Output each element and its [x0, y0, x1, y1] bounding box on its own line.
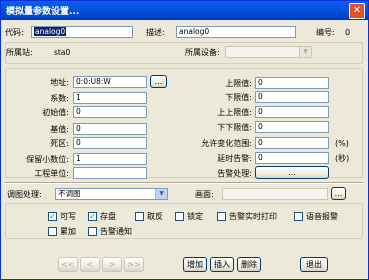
lock-checkbox[interactable]: [175, 212, 184, 221]
screen-label: 画面:: [195, 190, 214, 199]
writable-checkbox-label: 可写: [60, 211, 76, 221]
window-title: 模拟量参数设置...: [6, 7, 80, 17]
curve-value: 不调图: [58, 189, 81, 198]
close-button[interactable]: ✕: [349, 3, 365, 19]
add-button[interactable]: 增加: [183, 257, 207, 272]
insert-button[interactable]: 插入: [210, 257, 234, 272]
init-input[interactable]: 0: [73, 106, 147, 118]
alarm-notify-checkbox-label: 告警通知: [100, 226, 132, 236]
invert-checkbox-label: 取反: [147, 211, 163, 221]
change-range-label: 允许变化范围:: [201, 139, 252, 148]
alarm-print-checkbox-label: 告警实时打印: [229, 211, 277, 221]
coef-input[interactable]: 1: [73, 92, 147, 104]
curve-select[interactable]: 不调图 ▼: [55, 188, 168, 200]
voice-alarm-checkbox-label: 语音报警: [306, 211, 338, 221]
lock-checkbox-label: 锁定: [187, 211, 203, 221]
writable-checkbox[interactable]: ✓: [48, 212, 57, 221]
code-input[interactable]: analog0: [31, 26, 133, 38]
save-checkbox-label: 存盘: [100, 211, 116, 221]
invert-checkbox[interactable]: [135, 212, 144, 221]
device-label: 所属设备:: [185, 48, 220, 57]
next-record-button[interactable]: >: [102, 257, 122, 272]
alarm-notify-checkbox[interactable]: [88, 227, 97, 236]
upper-upper-limit-label: 上上限值:: [217, 108, 252, 117]
delay-alarm-label: 延时告警:: [217, 154, 252, 163]
code-value: analog0: [34, 27, 67, 36]
unit-label: 工程单位:: [34, 169, 69, 178]
base-input[interactable]: 0: [73, 123, 147, 135]
chevron-down-icon[interactable]: ▼: [155, 189, 167, 199]
change-range-unit: (%): [335, 139, 349, 148]
device-select[interactable]: ▼: [225, 46, 312, 58]
upper-limit-input[interactable]: 0: [255, 77, 329, 89]
alarm-handling-label: 告警处理:: [217, 169, 252, 178]
voice-alarm-checkbox[interactable]: [294, 212, 303, 221]
code-label: 代码:: [5, 28, 24, 37]
divider: [5, 182, 363, 184]
station-value: sta0: [54, 48, 71, 57]
lower-limit-label: 下限值:: [225, 93, 252, 102]
deadband-label: 死区:: [50, 139, 69, 148]
upper-limit-label: 上限值:: [225, 79, 252, 88]
curve-label: 调图处理:: [7, 190, 42, 199]
station-label: 所属站:: [6, 48, 33, 57]
alarm-print-checkbox[interactable]: [217, 212, 226, 221]
title-bar[interactable]: 模拟量参数设置... ✕: [1, 1, 368, 20]
first-record-button[interactable]: <<: [58, 257, 78, 272]
lower-limit-input[interactable]: 0: [255, 91, 329, 103]
coef-label: 系数:: [50, 94, 69, 103]
delete-button[interactable]: 删除: [237, 257, 261, 272]
prev-record-button[interactable]: <: [80, 257, 100, 272]
deadband-input[interactable]: 0: [73, 137, 147, 149]
address-input[interactable]: 0:0:U8:W: [73, 76, 147, 88]
exit-button[interactable]: 退出: [300, 257, 328, 272]
last-record-button[interactable]: >>: [124, 257, 144, 272]
screen-browse-button[interactable]: ...: [331, 187, 346, 200]
upper-upper-limit-input[interactable]: 0: [255, 106, 329, 118]
screen-input[interactable]: [222, 188, 328, 200]
lower-lower-limit-input[interactable]: 0: [255, 121, 329, 133]
save-checkbox[interactable]: ✓: [88, 212, 97, 221]
delay-alarm-input[interactable]: 0: [255, 152, 329, 164]
address-label: 地址:: [50, 78, 69, 87]
delay-alarm-unit: (秒): [335, 154, 350, 163]
base-label: 基值:: [50, 125, 69, 134]
address-browse-button[interactable]: ...: [150, 75, 167, 88]
unit-input[interactable]: [73, 167, 147, 179]
decimal-label: 保留小数位:: [26, 155, 69, 164]
init-label: 初始值:: [42, 108, 69, 117]
desc-label: 描述:: [146, 28, 165, 37]
accumulate-checkbox-label: 累加: [60, 226, 76, 236]
change-range-input[interactable]: 0: [255, 137, 329, 149]
number-label: 编号:: [316, 28, 335, 37]
number-value: 0: [345, 28, 351, 37]
desc-input[interactable]: analog0: [176, 26, 296, 38]
lower-lower-limit-label: 下下限值:: [217, 123, 252, 132]
alarm-handling-button[interactable]: ...: [255, 166, 329, 179]
dialog-window: 模拟量参数设置... ✕ 代码: analog0 描述: analog0 编号:…: [0, 0, 369, 280]
accumulate-checkbox[interactable]: [48, 227, 57, 236]
decimal-input[interactable]: 1: [73, 153, 147, 165]
chevron-down-icon[interactable]: ▼: [299, 47, 311, 57]
